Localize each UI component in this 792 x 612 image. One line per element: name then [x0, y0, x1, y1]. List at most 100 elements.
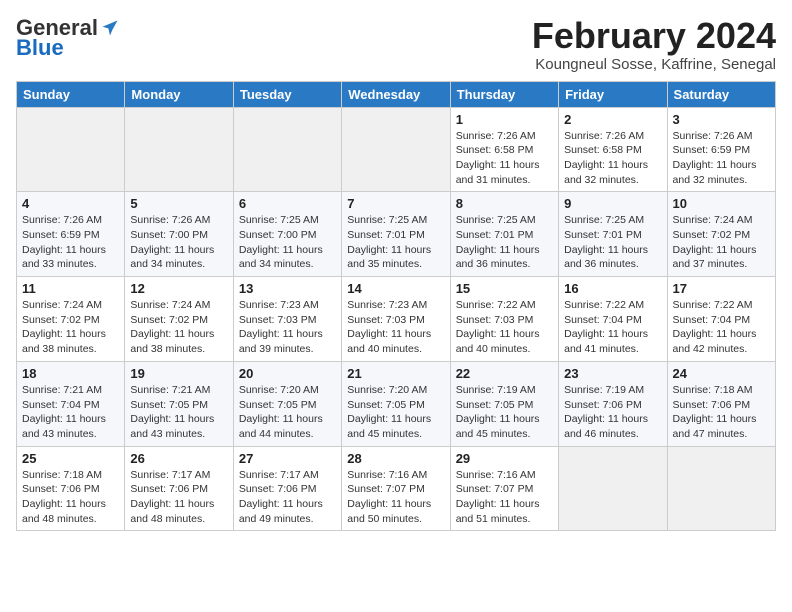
day-number: 25: [22, 451, 119, 466]
day-info: Sunrise: 7:26 AMSunset: 6:58 PMDaylight:…: [564, 129, 661, 188]
day-number: 1: [456, 112, 553, 127]
weekday-header-wednesday: Wednesday: [342, 81, 450, 107]
calendar-cell: [125, 107, 233, 192]
day-number: 8: [456, 196, 553, 211]
day-number: 13: [239, 281, 336, 296]
calendar-subtitle: Koungneul Sosse, Kaffrine, Senegal: [532, 56, 776, 73]
calendar-cell: 22 Sunrise: 7:19 AMSunset: 7:05 PMDayligh…: [450, 361, 558, 446]
calendar-cell: [667, 446, 775, 531]
day-number: 21: [347, 366, 444, 381]
day-number: 6: [239, 196, 336, 211]
calendar-cell: 1 Sunrise: 7:26 AMSunset: 6:58 PMDaylight…: [450, 107, 558, 192]
weekday-header-sunday: Sunday: [17, 81, 125, 107]
day-number: 27: [239, 451, 336, 466]
calendar-cell: [342, 107, 450, 192]
calendar-cell: 4 Sunrise: 7:26 AMSunset: 6:59 PMDaylight…: [17, 192, 125, 277]
calendar-table: SundayMondayTuesdayWednesdayThursdayFrid…: [16, 81, 776, 532]
calendar-cell: 6Sunrise: 7:25 AMSunset: 7:00 PMDaylight…: [233, 192, 341, 277]
calendar-cell: 16 Sunrise: 7:22 AMSunset: 7:04 PMDayligh…: [559, 277, 667, 362]
calendar-cell: 25 Sunrise: 7:18 AMSunset: 7:06 PMDayligh…: [17, 446, 125, 531]
calendar-cell: [17, 107, 125, 192]
day-number: 11: [22, 281, 119, 296]
day-number: 12: [130, 281, 227, 296]
day-number: 16: [564, 281, 661, 296]
day-info: Sunrise: 7:19 AMSunset: 7:06 PMDaylight:…: [564, 383, 661, 442]
title-block: February 2024 Koungneul Sosse, Kaffrine,…: [532, 16, 776, 73]
calendar-cell: 19 Sunrise: 7:21 AMSunset: 7:05 PMDayligh…: [125, 361, 233, 446]
calendar-cell: 2 Sunrise: 7:26 AMSunset: 6:58 PMDaylight…: [559, 107, 667, 192]
day-info: Sunrise: 7:24 AMSunset: 7:02 PMDaylight:…: [22, 298, 119, 357]
day-info: Sunrise: 7:18 AMSunset: 7:06 PMDaylight:…: [673, 383, 770, 442]
week-row-4: 18 Sunrise: 7:21 AMSunset: 7:04 PMDayligh…: [17, 361, 776, 446]
week-row-5: 25 Sunrise: 7:18 AMSunset: 7:06 PMDayligh…: [17, 446, 776, 531]
logo-bird-icon: [100, 18, 120, 38]
day-number: 9: [564, 196, 661, 211]
day-info: Sunrise: 7:25 AMSunset: 7:01 PMDaylight:…: [347, 213, 444, 272]
day-number: 26: [130, 451, 227, 466]
weekday-header-row: SundayMondayTuesdayWednesdayThursdayFrid…: [17, 81, 776, 107]
calendar-cell: 12 Sunrise: 7:24 AMSunset: 7:02 PMDayligh…: [125, 277, 233, 362]
logo-blue-text: Blue: [16, 36, 64, 60]
day-number: 10: [673, 196, 770, 211]
calendar-cell: 9 Sunrise: 7:25 AMSunset: 7:01 PMDaylight…: [559, 192, 667, 277]
day-number: 5: [130, 196, 227, 211]
calendar-cell: 21 Sunrise: 7:20 AMSunset: 7:05 PMDayligh…: [342, 361, 450, 446]
day-number: 18: [22, 366, 119, 381]
calendar-cell: 17Sunrise: 7:22 AMSunset: 7:04 PMDayligh…: [667, 277, 775, 362]
calendar-title: February 2024: [532, 16, 776, 56]
day-info: Sunrise: 7:24 AMSunset: 7:02 PMDaylight:…: [673, 213, 770, 272]
day-info: Sunrise: 7:26 AMSunset: 6:59 PMDaylight:…: [22, 213, 119, 272]
day-info: Sunrise: 7:24 AMSunset: 7:02 PMDaylight:…: [130, 298, 227, 357]
day-info: Sunrise: 7:22 AMSunset: 7:04 PMDaylight:…: [673, 298, 770, 357]
calendar-cell: 11 Sunrise: 7:24 AMSunset: 7:02 PMDayligh…: [17, 277, 125, 362]
day-info: Sunrise: 7:22 AMSunset: 7:03 PMDaylight:…: [456, 298, 553, 357]
day-number: 23: [564, 366, 661, 381]
weekday-header-tuesday: Tuesday: [233, 81, 341, 107]
day-number: 14: [347, 281, 444, 296]
day-number: 24: [673, 366, 770, 381]
day-number: 22: [456, 366, 553, 381]
day-number: 20: [239, 366, 336, 381]
day-info: Sunrise: 7:17 AMSunset: 7:06 PMDaylight:…: [239, 468, 336, 527]
day-info: Sunrise: 7:19 AMSunset: 7:05 PMDaylight:…: [456, 383, 553, 442]
day-info: Sunrise: 7:23 AMSunset: 7:03 PMDaylight:…: [239, 298, 336, 357]
calendar-cell: 7 Sunrise: 7:25 AMSunset: 7:01 PMDaylight…: [342, 192, 450, 277]
day-info: Sunrise: 7:20 AMSunset: 7:05 PMDaylight:…: [347, 383, 444, 442]
day-info: Sunrise: 7:25 AMSunset: 7:01 PMDaylight:…: [456, 213, 553, 272]
weekday-header-thursday: Thursday: [450, 81, 558, 107]
calendar-cell: 24 Sunrise: 7:18 AMSunset: 7:06 PMDayligh…: [667, 361, 775, 446]
day-info: Sunrise: 7:26 AMSunset: 6:59 PMDaylight:…: [673, 129, 770, 188]
logo: General Blue: [16, 16, 120, 60]
calendar-cell: 20 Sunrise: 7:20 AMSunset: 7:05 PMDayligh…: [233, 361, 341, 446]
day-number: 19: [130, 366, 227, 381]
calendar-cell: [559, 446, 667, 531]
week-row-1: 1 Sunrise: 7:26 AMSunset: 6:58 PMDaylight…: [17, 107, 776, 192]
day-info: Sunrise: 7:22 AMSunset: 7:04 PMDaylight:…: [564, 298, 661, 357]
calendar-cell: [233, 107, 341, 192]
week-row-2: 4 Sunrise: 7:26 AMSunset: 6:59 PMDaylight…: [17, 192, 776, 277]
calendar-cell: 13 Sunrise: 7:23 AMSunset: 7:03 PMDayligh…: [233, 277, 341, 362]
calendar-cell: 5 Sunrise: 7:26 AMSunset: 7:00 PMDaylight…: [125, 192, 233, 277]
day-number: 7: [347, 196, 444, 211]
calendar-cell: 3Sunrise: 7:26 AMSunset: 6:59 PMDaylight…: [667, 107, 775, 192]
day-info: Sunrise: 7:18 AMSunset: 7:06 PMDaylight:…: [22, 468, 119, 527]
day-info: Sunrise: 7:23 AMSunset: 7:03 PMDaylight:…: [347, 298, 444, 357]
day-number: 4: [22, 196, 119, 211]
day-info: Sunrise: 7:21 AMSunset: 7:05 PMDaylight:…: [130, 383, 227, 442]
day-info: Sunrise: 7:21 AMSunset: 7:04 PMDaylight:…: [22, 383, 119, 442]
weekday-header-friday: Friday: [559, 81, 667, 107]
day-info: Sunrise: 7:20 AMSunset: 7:05 PMDaylight:…: [239, 383, 336, 442]
calendar-cell: 23 Sunrise: 7:19 AMSunset: 7:06 PMDayligh…: [559, 361, 667, 446]
calendar-cell: 10 Sunrise: 7:24 AMSunset: 7:02 PMDayligh…: [667, 192, 775, 277]
weekday-header-monday: Monday: [125, 81, 233, 107]
day-info: Sunrise: 7:16 AMSunset: 7:07 PMDaylight:…: [456, 468, 553, 527]
day-number: 2: [564, 112, 661, 127]
day-info: Sunrise: 7:26 AMSunset: 7:00 PMDaylight:…: [130, 213, 227, 272]
weekday-header-saturday: Saturday: [667, 81, 775, 107]
calendar-cell: 28Sunrise: 7:16 AMSunset: 7:07 PMDayligh…: [342, 446, 450, 531]
week-row-3: 11 Sunrise: 7:24 AMSunset: 7:02 PMDayligh…: [17, 277, 776, 362]
day-info: Sunrise: 7:26 AMSunset: 6:58 PMDaylight:…: [456, 129, 553, 188]
calendar-cell: 8 Sunrise: 7:25 AMSunset: 7:01 PMDaylight…: [450, 192, 558, 277]
calendar-cell: 15Sunrise: 7:22 AMSunset: 7:03 PMDayligh…: [450, 277, 558, 362]
day-info: Sunrise: 7:25 AMSunset: 7:01 PMDaylight:…: [564, 213, 661, 272]
